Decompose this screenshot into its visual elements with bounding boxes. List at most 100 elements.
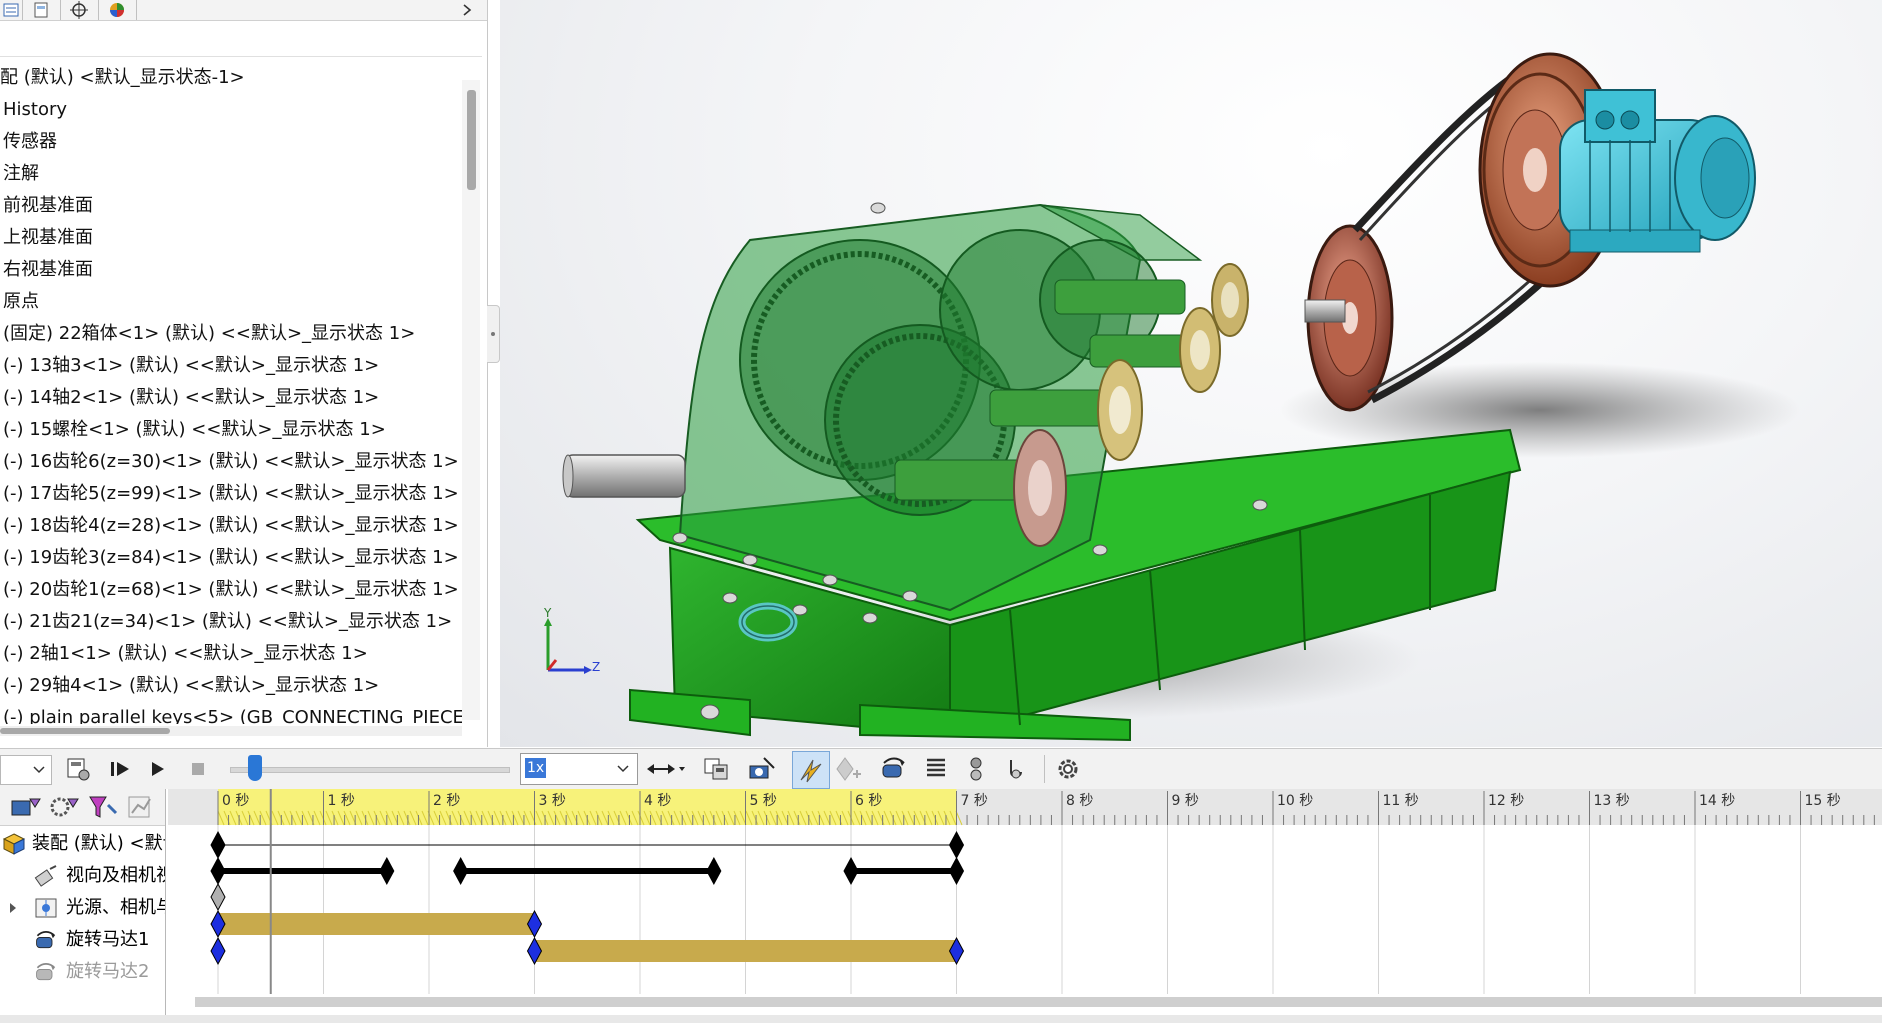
feature-manager-panel: 配 (默认) <默认_显示状态-1> History 传感器 注解 前视基准面 …: [0, 0, 488, 747]
playback-slider-thumb[interactable]: [248, 755, 262, 781]
ruler-tick-label: 10 秒: [1277, 793, 1313, 809]
playback-slider[interactable]: [230, 767, 510, 773]
ruler-tick-label: 12 秒: [1488, 793, 1524, 809]
tab-feature-manager[interactable]: [0, 0, 23, 20]
tree-item-component[interactable]: (-) 16齿轮6(z=30)<1> (默认) <<默认>_显示状态 1>: [0, 446, 462, 478]
contact-button[interactable]: [962, 755, 990, 783]
tree-item-front-plane[interactable]: 前视基准面: [0, 190, 462, 222]
motion-manager: 装配 (默认) <默认 视向及相机视 光源、相机与 旋转马达1 旋转马达2 0 …: [0, 789, 1882, 1023]
tree-item-component[interactable]: (固定) 22箱体<1> (默认) <<默认>_显示状态 1>: [0, 318, 462, 350]
tree-vertical-scrollbar[interactable]: [462, 80, 480, 720]
ruler-tick-label: 7 秒: [961, 793, 988, 809]
autokey-button[interactable]: [792, 751, 830, 789]
playback-speed-dropdown[interactable]: 1x: [520, 753, 638, 785]
filter-results-icon[interactable]: [126, 793, 156, 821]
tree-item-annotations[interactable]: 注解: [0, 158, 462, 190]
ruler-tick-label: 1 秒: [328, 793, 355, 809]
motion-item-view-camera[interactable]: 视向及相机视: [0, 860, 165, 892]
gearbox-assembly-model[interactable]: [500, 0, 1882, 747]
ruler-tick-label: 2 秒: [433, 793, 460, 809]
motion-item-rotary-motor-2[interactable]: 旋转马达2: [0, 956, 165, 988]
timeline-horizontal-scrollbar[interactable]: [195, 997, 1882, 1007]
tab-configuration-manager[interactable]: [60, 0, 99, 20]
tree-item-right-plane[interactable]: 右视基准面: [0, 254, 462, 286]
tree-item-component[interactable]: (-) plain parallel keys<5> (GB_CONNECTIN…: [0, 702, 462, 724]
feature-tree-icon: [3, 3, 19, 17]
play-button[interactable]: [144, 755, 172, 783]
motor-button[interactable]: [880, 755, 908, 783]
timeline-key[interactable]: [210, 882, 226, 912]
spring-button[interactable]: [922, 755, 950, 783]
tree-filter-area[interactable]: [0, 22, 482, 57]
motion-item-label: 旋转马达2: [66, 961, 150, 982]
save-animation-button[interactable]: [702, 755, 730, 783]
stop-button[interactable]: [184, 755, 212, 783]
scrollbar-thumb[interactable]: [0, 728, 170, 734]
timeline-key[interactable]: [210, 830, 226, 860]
timeline-key[interactable]: [948, 856, 965, 886]
ruler-tick-label: 0 秒: [222, 793, 249, 809]
scrollbar-thumb[interactable]: [467, 90, 476, 190]
tree-item-sensors[interactable]: 传感器: [0, 126, 462, 158]
panel-collapse-handle[interactable]: [487, 305, 500, 363]
tree-item-component[interactable]: (-) 29轴4<1> (默认) <<默认>_显示状态 1>: [0, 670, 462, 702]
timeline-key[interactable]: [948, 830, 965, 860]
timeline-bar: [534, 940, 957, 962]
tree-item-component[interactable]: (-) 2轴1<1> (默认) <<默认>_显示状态 1>: [0, 638, 462, 670]
tree-item-component[interactable]: (-) 13轴3<1> (默认) <<默认>_显示状态 1>: [0, 350, 462, 382]
chevron-right-icon: [463, 4, 472, 16]
timeline-bar: [460, 868, 714, 874]
add-key-button[interactable]: [834, 755, 862, 783]
feature-tree: 配 (默认) <默认_显示状态-1> History 传感器 注解 前视基准面 …: [0, 62, 462, 724]
chevron-down-icon: [33, 766, 45, 774]
motion-item-assembly[interactable]: 装配 (默认) <默认: [0, 828, 165, 860]
ruler-tick-label: 14 秒: [1699, 793, 1735, 809]
tree-item-origin[interactable]: 原点: [0, 286, 462, 318]
tree-item-component[interactable]: (-) 19齿轮3(z=84)<1> (默认) <<默认>_显示状态 1>: [0, 542, 462, 574]
lights-cameras-icon: [35, 898, 57, 918]
triad-y-label: Y: [544, 606, 552, 620]
timeline-key[interactable]: [843, 856, 859, 886]
tree-item-history[interactable]: History: [0, 94, 462, 126]
animation-wizard-button[interactable]: [748, 755, 776, 783]
tree-item-component[interactable]: (-) 20齿轮1(z=68)<1> (默认) <<默认>_显示状态 1>: [0, 574, 462, 606]
tabs-more-button[interactable]: [458, 0, 476, 20]
timeline[interactable]: 0 秒 1 秒 2 秒 3 秒 4 秒 5 秒 6 秒 7 秒 8 秒 9 秒 10 秒 11 秒 12…: [168, 789, 1882, 1023]
tree-item-component[interactable]: (-) 15螺栓<1> (默认) <<默认>_显示状态 1>: [0, 414, 462, 446]
ruler-tick-label: 6 秒: [855, 793, 882, 809]
ruler-tick-label: 4 秒: [644, 793, 671, 809]
filter-selected-icon[interactable]: [88, 793, 120, 821]
tree-horizontal-scrollbar[interactable]: [0, 726, 462, 736]
ruler-tick-label: 13 秒: [1594, 793, 1630, 809]
play-from-start-button[interactable]: [106, 755, 134, 783]
expand-arrow-icon[interactable]: [8, 902, 18, 914]
timeline-key[interactable]: [210, 856, 226, 886]
tab-property-manager[interactable]: [22, 0, 61, 20]
tree-item-component[interactable]: (-) 18齿轮4(z=28)<1> (默认) <<默认>_显示状态 1>: [0, 510, 462, 542]
study-type-dropdown[interactable]: [0, 755, 52, 785]
filter-animated-icon[interactable]: [10, 793, 42, 821]
play-icon: [152, 762, 164, 776]
motion-item-rotary-motor-1[interactable]: 旋转马达1: [0, 924, 165, 956]
tree-item-component[interactable]: (-) 17齿轮5(z=99)<1> (默认) <<默认>_显示状态 1>: [0, 478, 462, 510]
timeline-key[interactable]: [453, 856, 469, 886]
tree-root-assembly[interactable]: 配 (默认) <默认_显示状态-1>: [0, 62, 462, 94]
timeline-key[interactable]: [210, 936, 226, 966]
tree-item-component[interactable]: (-) 14轴2<1> (默认) <<默认>_显示状态 1>: [0, 382, 462, 414]
tree-item-top-plane[interactable]: 上视基准面: [0, 222, 462, 254]
timeline-bar: [218, 913, 535, 935]
motion-study-properties-button[interactable]: [1054, 755, 1082, 783]
timeline-canvas[interactable]: 0 秒 1 秒 2 秒 3 秒 4 秒 5 秒 6 秒 7 秒 8 秒 9 秒 10 秒 11 秒 12…: [168, 789, 1882, 1023]
motion-item-lights-cameras[interactable]: 光源、相机与: [0, 892, 165, 924]
calculate-button[interactable]: [64, 755, 92, 783]
graphics-area[interactable]: Y Z: [500, 0, 1882, 747]
timeline-key[interactable]: [379, 856, 395, 886]
playback-mode-button[interactable]: [646, 755, 688, 783]
timeline-key[interactable]: [706, 856, 722, 886]
gravity-button[interactable]: [1002, 755, 1030, 783]
filter-driving-icon[interactable]: [48, 793, 80, 821]
gravity-icon: [1010, 760, 1022, 779]
tree-item-component[interactable]: (-) 21齿21(z=34)<1> (默认) <<默认>_显示状态 1>: [0, 606, 462, 638]
tab-display-manager[interactable]: [98, 0, 137, 20]
camera-view-icon: [34, 865, 57, 887]
